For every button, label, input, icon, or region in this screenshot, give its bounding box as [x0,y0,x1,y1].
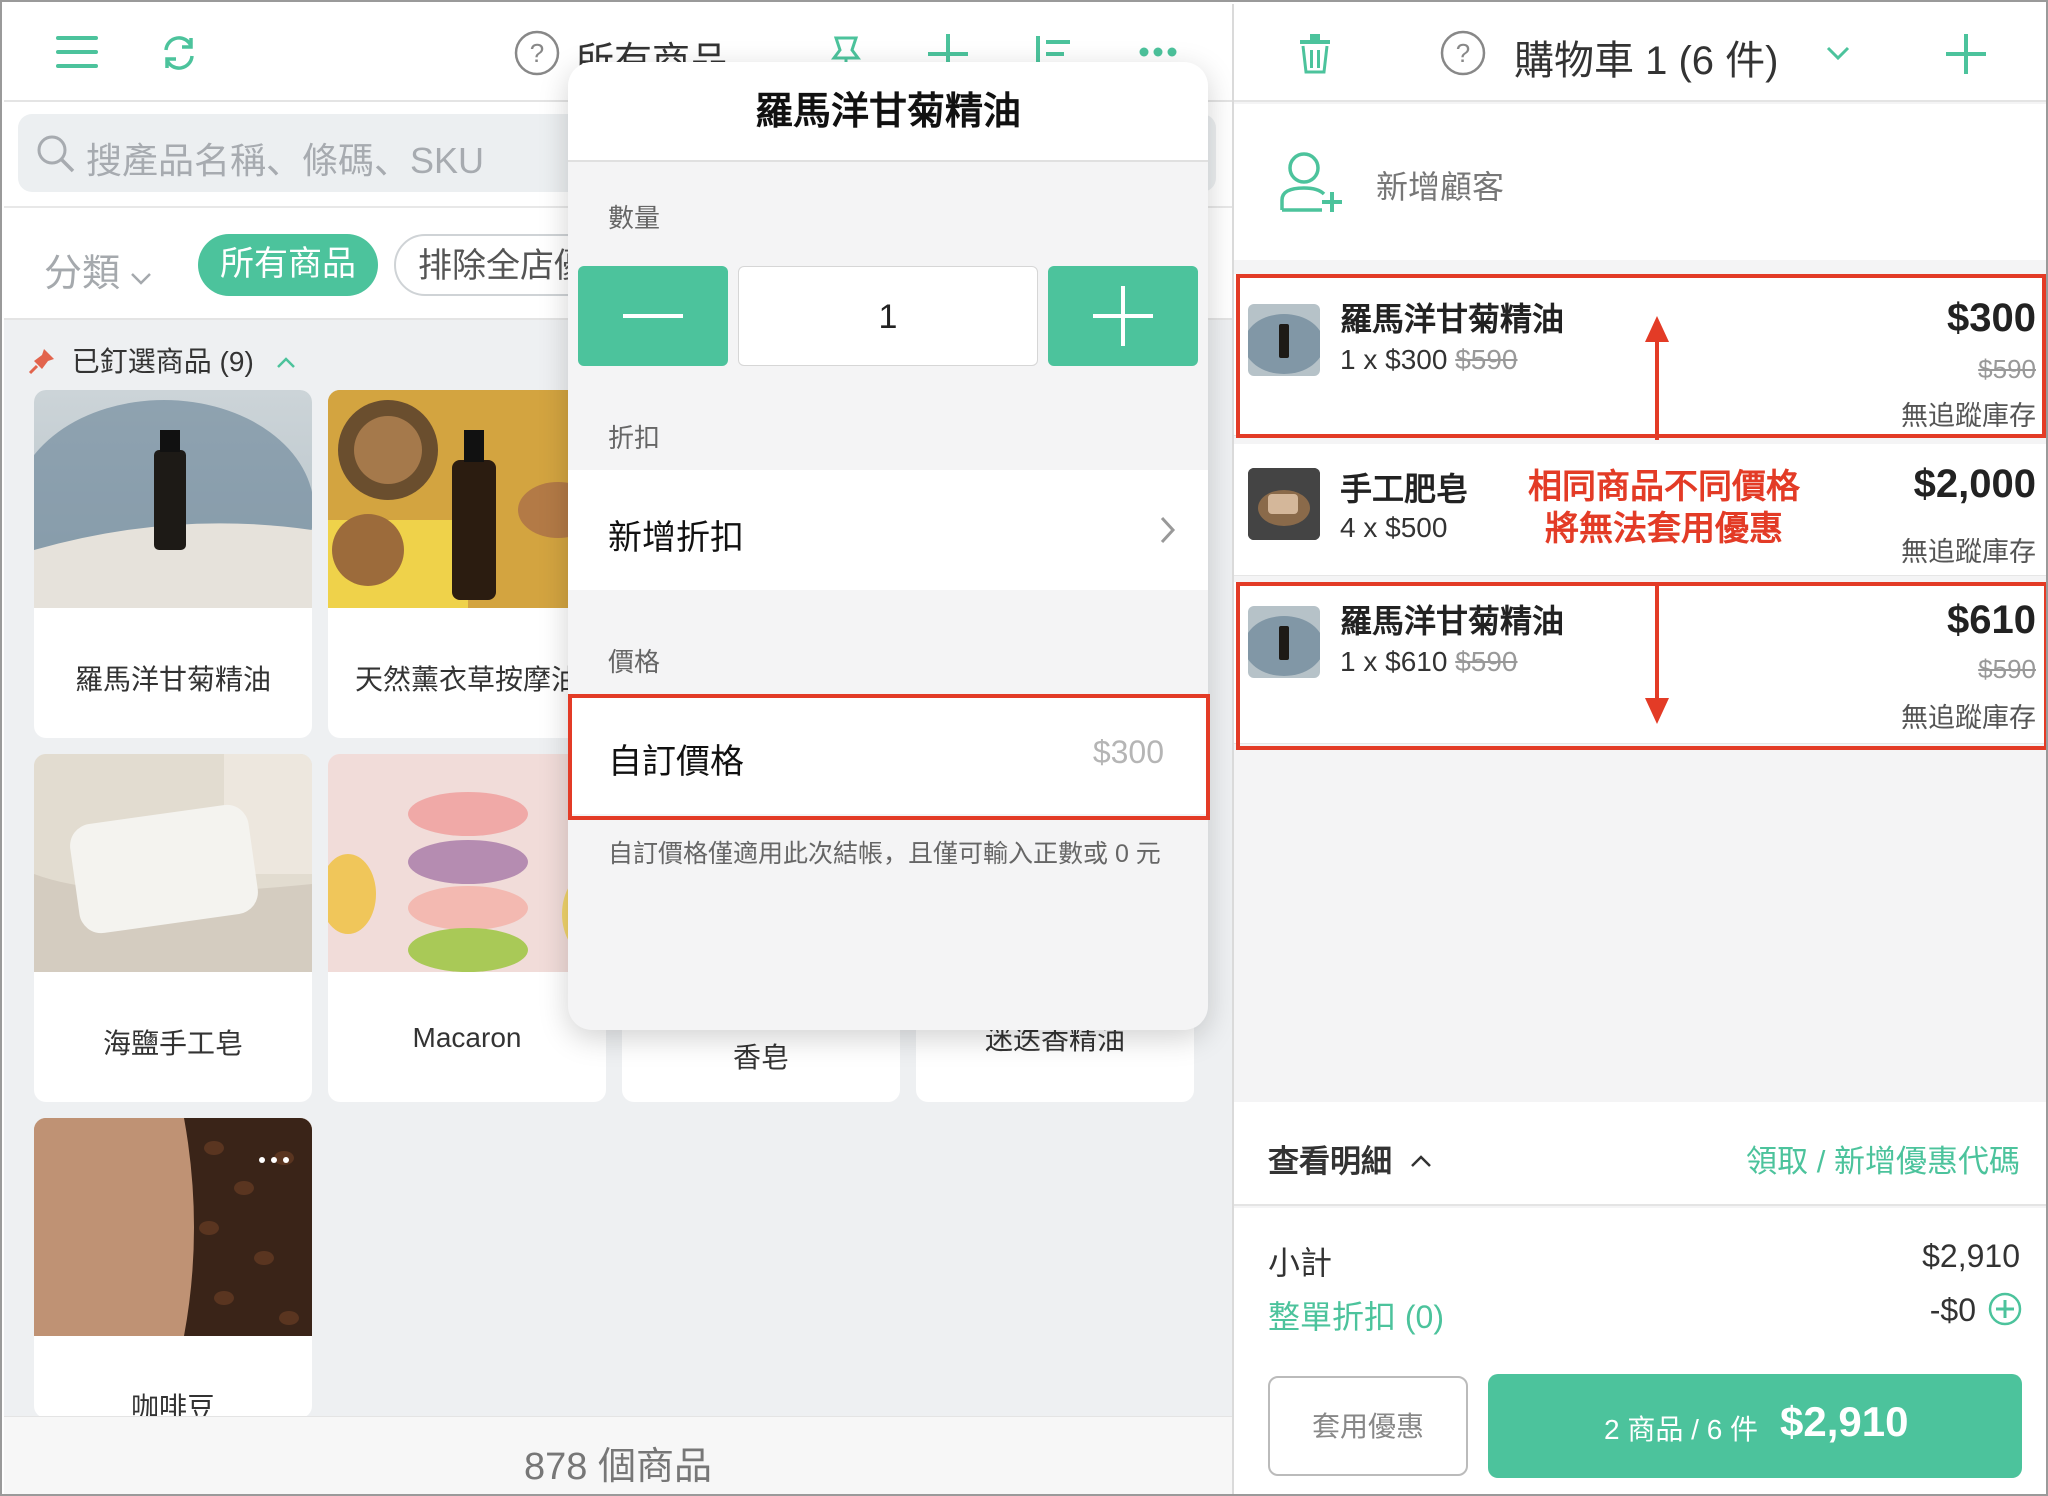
product-image-macaron [328,754,606,972]
chevron-up-icon [276,357,295,368]
product-name: 羅馬洋甘菊精油 [74,664,271,695]
new-cart-icon[interactable] [1946,34,1986,74]
product-edit-popover: 羅馬洋甘菊精油 數量 1 折扣 新增折扣 價格 自訂價格 $300 自訂價格僅適… [568,62,1208,1030]
chevron-down-icon [131,273,151,285]
product-name: 咖啡豆 [130,1392,215,1418]
pinned-section-header[interactable]: 已釘選商品 (9) [28,340,296,380]
product-card[interactable]: 咖啡豆 [34,1118,312,1418]
item-stock-status: 無追蹤庫存 [1901,537,2036,567]
product-image-coffee [34,1118,312,1336]
help-icon[interactable]: ? [514,30,560,76]
add-customer-row[interactable]: 新增顧客 [1234,104,2046,260]
add-circle-icon[interactable] [1988,1292,2022,1326]
pinned-label: 已釘選商品 (9) [71,346,254,377]
annotation-text: 相同商品不同價格 將無法套用優惠 [1504,466,1824,550]
cart-toolbar: ? 購物車 1 (6 件) [1234,4,2046,102]
cart-summary: 小計 $2,910 整單折扣 (0) -$0 套用優惠 2 商品 / 6 件 $… [1234,1208,2046,1494]
product-image-soap [34,754,312,972]
subtotal-value: $2,910 [1922,1238,2020,1274]
apply-coupon-button[interactable]: 套用優惠 [1268,1376,1468,1476]
search-icon [37,135,75,173]
chevron-up-icon [1411,1155,1431,1167]
refresh-icon[interactable] [160,34,198,72]
item-unit-price: 4 x $500 [1340,512,1448,543]
more-icon[interactable] [1138,46,1178,58]
chip-all-products[interactable]: 所有商品 [198,234,378,296]
product-card[interactable]: 羅馬洋甘菊精油 [34,390,312,738]
highlight-custom-price [568,694,1210,820]
search-placeholder: 搜產品名稱、條碼、SKU [86,140,485,181]
svg-text:?: ? [530,38,544,68]
app-frame: ? 所有商品 搜產品名稱、條碼、SKU 分類 所有商品 排除全店優 已釘選商品 … [0,0,2048,1496]
menu-icon[interactable] [56,34,98,70]
product-name: 香皂 [732,1042,789,1073]
order-discount-link[interactable]: 整單折扣 (0) [1268,1292,1444,1338]
checkout-button[interactable]: 2 商品 / 6 件 $2,910 [1488,1374,2022,1478]
plus-icon [1093,286,1153,346]
trash-icon[interactable] [1298,34,1332,74]
popover-title: 羅馬洋甘菊精油 [568,62,1208,162]
soap-thumbnail-picture [1248,468,1320,540]
cart-chevron-down-icon[interactable] [1826,46,1850,60]
annotation-line-1: 相同商品不同價格 [1528,468,1800,506]
item-name: 手工肥皂 [1340,471,1469,507]
view-details-label: 查看明細 [1268,1144,1392,1179]
minus-icon [623,314,683,318]
product-card[interactable]: 天然薰衣草按摩油 [328,390,606,738]
quantity-input[interactable]: 1 [738,266,1038,366]
item-total: $2,000 [1913,462,2036,506]
chevron-right-icon [1160,516,1176,544]
macaron-picture [328,754,606,972]
oil-bottle-picture [34,400,312,620]
pin-filled-icon [28,349,54,375]
massage-oil-picture [328,390,606,608]
product-card[interactable]: Macaron [328,754,606,1102]
custom-price-note: 自訂價格僅適用此次結帳，且僅可輸入正數或 0 元 [608,840,1161,868]
highlight-item-1 [1236,274,2046,438]
discount-section-label: 折扣 [608,423,661,453]
product-name: 海鹽手工皂 [102,1028,243,1059]
arrow-up-icon [1645,316,1669,440]
coupon-code-link[interactable]: 領取 / 新增優惠代碼 [1746,1136,2020,1181]
product-image-oil [34,390,312,620]
product-name: Macaron [412,1022,522,1053]
checkout-total: $2,910 [1780,1398,1909,1445]
quantity-section-label: 數量 [608,203,661,233]
add-customer-icon [1280,152,1342,212]
add-discount-row[interactable]: 新增折扣 [568,470,1208,590]
price-section-label: 價格 [608,647,661,677]
decrement-button[interactable] [578,266,728,366]
order-discount-value: -$0 [1929,1292,1976,1328]
product-card[interactable]: 海鹽手工皂 [34,754,312,1102]
product-count-bar: 878 個商品 [4,1416,1232,1494]
add-discount-label: 新增折扣 [608,519,744,557]
view-details-toggle[interactable]: 查看明細 [1268,1136,1432,1181]
product-count: 878 個商品 [524,1446,712,1488]
arrow-down-icon [1645,584,1669,724]
svg-text:?: ? [1456,38,1470,68]
cart-help-icon[interactable]: ? [1440,30,1486,76]
category-dropdown[interactable]: 分類 [44,242,152,297]
annotation-line-2: 將無法套用優惠 [1545,510,1783,548]
detail-toggle-row: 查看明細 領取 / 新增優惠代碼 [1234,1102,2046,1206]
item-thumbnail [1248,468,1320,540]
cart-title[interactable]: 購物車 1 (6 件) [1514,28,1778,86]
coffee-beans-picture [34,1118,312,1336]
product-name: 天然薰衣草按摩油 [354,664,579,695]
add-customer-label: 新增顧客 [1376,169,1505,205]
checkout-summary: 2 商品 / 6 件 [1604,1414,1759,1445]
subtotal-label: 小計 [1268,1245,1333,1281]
product-image-massage-oil [328,390,606,608]
category-label: 分類 [44,253,121,295]
cart-panel: ? 購物車 1 (6 件) 新增顧客 羅馬洋甘菊精油 1 x $300 $590… [1232,4,2046,1494]
increment-button[interactable] [1048,266,1198,366]
soap-picture [34,754,312,972]
